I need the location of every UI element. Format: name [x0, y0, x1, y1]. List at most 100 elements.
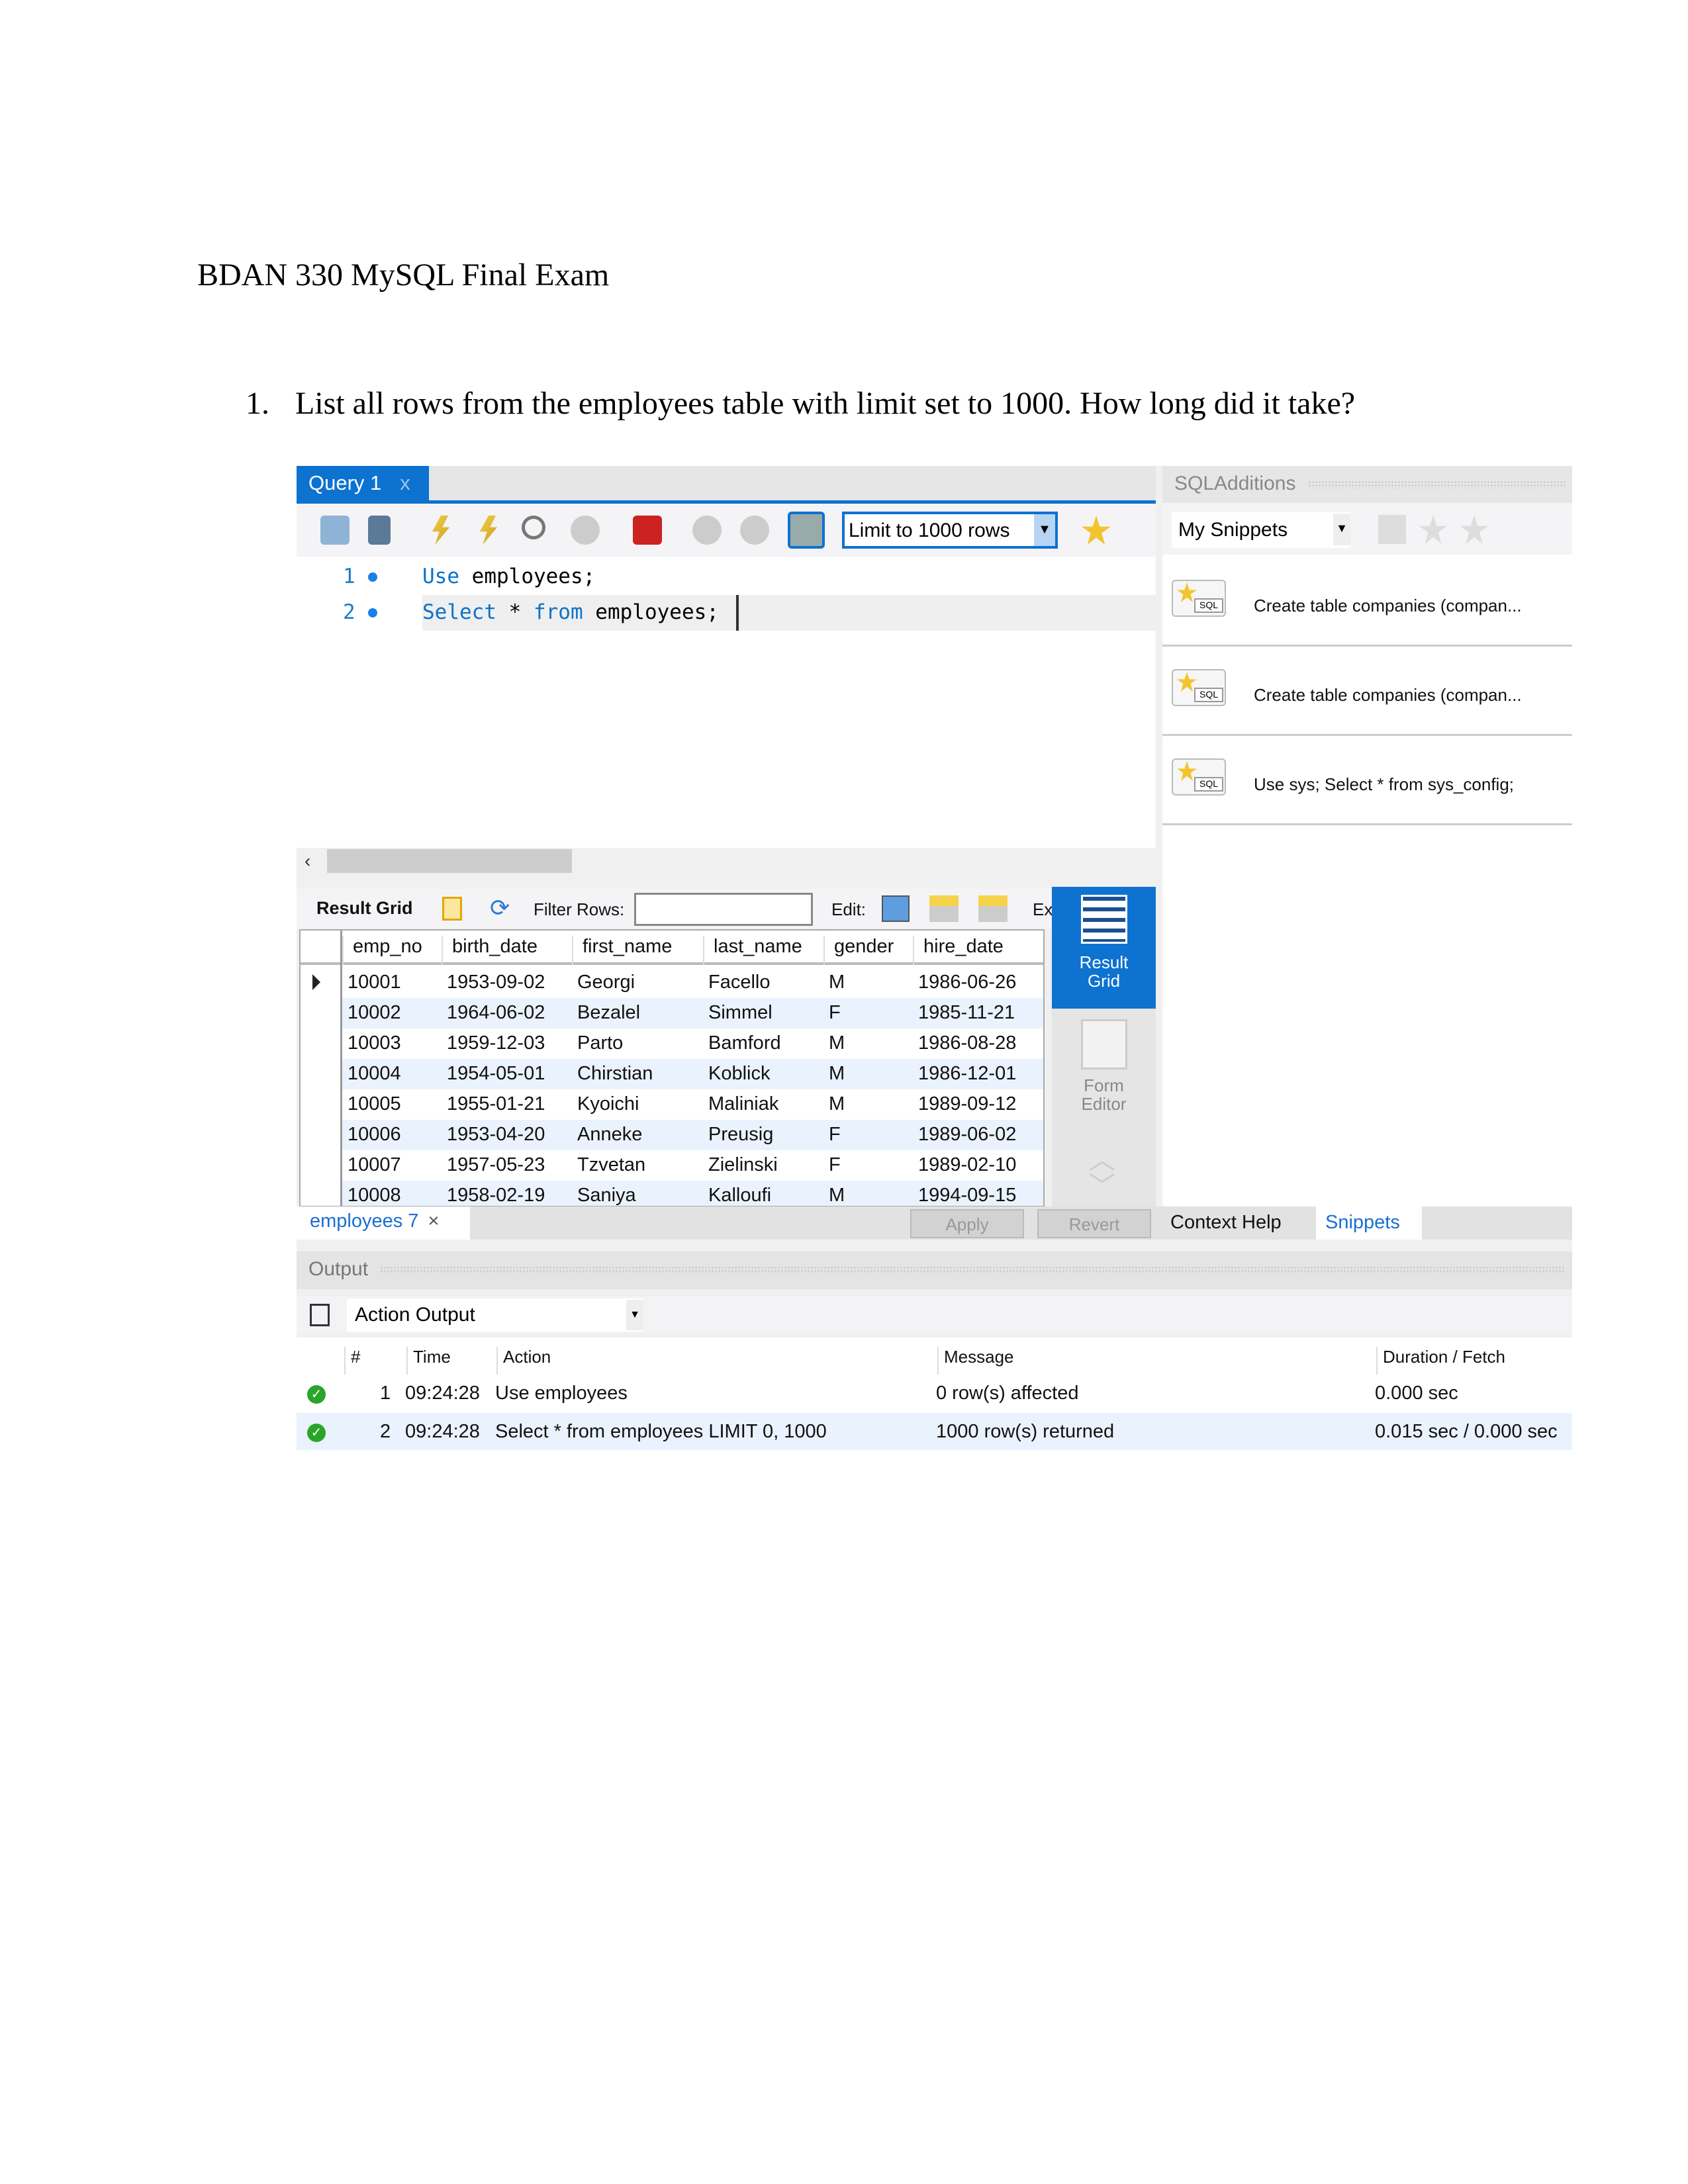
- close-icon[interactable]: x: [400, 471, 410, 494]
- current-row-indicator-icon: [312, 974, 320, 990]
- table-cell: 10008: [348, 1185, 401, 1206]
- export-label[interactable]: Ex: [1033, 899, 1053, 920]
- tab-employees-7[interactable]: employees 7 ×: [297, 1206, 470, 1240]
- edit-cell-icon[interactable]: [882, 895, 910, 922]
- query-tab-bar: Query 1 x: [297, 466, 1156, 500]
- column-header-first_name[interactable]: first_name: [572, 936, 703, 965]
- output-toolbar: Action Output ▼: [297, 1296, 1572, 1334]
- toggle-error-icon[interactable]: [633, 516, 662, 545]
- chevron-down-icon[interactable]: ▼: [1034, 514, 1055, 546]
- result-side-panel: Result Grid Form Editor ︿ ﹀: [1052, 887, 1156, 1207]
- scrollbar-thumb[interactable]: [327, 849, 572, 873]
- code-line-2: Select * from employees;: [422, 600, 719, 624]
- table-cell: F: [829, 1124, 841, 1145]
- replace-snippet-icon[interactable]: [1419, 515, 1447, 544]
- table-cell: 1954-05-01: [447, 1063, 545, 1084]
- scroll-left-icon[interactable]: ‹: [305, 850, 310, 872]
- snippet-item[interactable]: SQL Use sys; Select * from sys_config;: [1162, 736, 1572, 825]
- result-grid-button[interactable]: Result Grid: [1052, 887, 1156, 1009]
- tab-snippets[interactable]: Snippets: [1316, 1206, 1422, 1240]
- sql-editor[interactable]: 1 Use employees; 2 Select * from employe…: [297, 557, 1156, 848]
- chevron-down-icon[interactable]: ▼: [626, 1300, 643, 1330]
- chevron-down-icon[interactable]: ▼: [1333, 514, 1350, 545]
- row-header-column: [301, 931, 342, 1206]
- open-folder-icon[interactable]: [320, 516, 350, 545]
- output-header: Output: [297, 1251, 1572, 1289]
- result-grid[interactable]: emp_no birth_date first_name last_name gende…: [299, 929, 1045, 1207]
- chevron-down-icon[interactable]: ﹀: [1089, 1165, 1115, 1203]
- line-number: 2: [343, 600, 355, 624]
- table-cell: 10003: [348, 1032, 401, 1054]
- table-cell: 10006: [348, 1124, 401, 1145]
- output-duration: 0.000 sec: [1375, 1383, 1458, 1404]
- save-icon[interactable]: [368, 516, 391, 545]
- form-icon: [1081, 1019, 1127, 1069]
- revert-button[interactable]: Revert: [1037, 1209, 1151, 1238]
- delete-row-icon[interactable]: [978, 895, 1008, 922]
- stop-icon[interactable]: [571, 516, 600, 545]
- output-type-select[interactable]: Action Output ▼: [347, 1298, 643, 1332]
- add-row-icon[interactable]: [929, 895, 959, 922]
- output-duration: 0.015 sec / 0.000 sec: [1375, 1421, 1558, 1442]
- table-cell: 1989-02-10: [918, 1154, 1017, 1175]
- table-cell: 1953-04-20: [447, 1124, 545, 1145]
- table-cell: 1957-05-23: [447, 1154, 545, 1175]
- filter-rows-input[interactable]: [634, 893, 813, 926]
- commit-icon[interactable]: [692, 516, 722, 545]
- column-header-birth_date[interactable]: birth_date: [442, 936, 572, 965]
- snippet-item[interactable]: SQL Create table companies (compan...: [1162, 557, 1572, 647]
- table-cell: Parto: [577, 1032, 624, 1054]
- close-icon[interactable]: ×: [428, 1210, 439, 1232]
- table-cell: Bezalel: [577, 1002, 641, 1023]
- table-cell: Georgi: [577, 972, 635, 993]
- snippets-select[interactable]: My Snippets ▼: [1172, 512, 1350, 548]
- table-cell: M: [829, 1032, 845, 1054]
- table-cell: Facello: [708, 972, 771, 993]
- copy-snippet-icon[interactable]: [1460, 515, 1488, 544]
- bottom-tab-bar: employees 7 × Apply Revert Context Help S…: [297, 1206, 1572, 1240]
- table-cell: 1994-09-15: [918, 1185, 1017, 1206]
- sql-snippet-icon: SQL: [1172, 758, 1226, 796]
- table-cell: Chirstian: [577, 1063, 653, 1084]
- column-header-hire_date[interactable]: hire_date: [913, 936, 1043, 965]
- statement-marker-icon: [368, 572, 377, 582]
- explain-icon[interactable]: [522, 516, 545, 539]
- column-header-gender[interactable]: gender: [823, 936, 913, 965]
- form-editor-button[interactable]: Form Editor: [1052, 1019, 1156, 1125]
- success-check-icon: ✓: [307, 1385, 326, 1404]
- grid-layout-icon[interactable]: [442, 897, 462, 921]
- limit-rows-select[interactable]: Limit to 1000 rows ▼: [842, 512, 1058, 549]
- column-header-emp_no[interactable]: emp_no: [342, 936, 442, 965]
- column-header-last_name[interactable]: last_name: [703, 936, 823, 965]
- editor-toolbar: Limit to 1000 rows ▼: [297, 504, 1156, 557]
- sql-label-icon: SQL: [1194, 688, 1223, 702]
- rollback-icon[interactable]: [740, 516, 769, 545]
- document-title: BDAN 330 MySQL Final Exam: [197, 257, 610, 293]
- snippet-item[interactable]: SQL Create table companies (compan...: [1162, 647, 1572, 736]
- table-cell: 1958-02-19: [447, 1185, 545, 1206]
- filter-rows-label: Filter Rows:: [534, 899, 625, 919]
- table-cell: M: [829, 1063, 845, 1084]
- keyword: Use: [422, 565, 459, 588]
- question-number: 1.: [246, 386, 269, 421]
- execute-icon[interactable]: [432, 516, 450, 545]
- edit-label: Edit:: [831, 899, 867, 919]
- snippet-text: Create table companies (compan...: [1254, 596, 1522, 615]
- apply-button[interactable]: Apply: [910, 1209, 1024, 1238]
- execute-current-icon[interactable]: [479, 516, 498, 545]
- table-cell: F: [829, 1002, 841, 1023]
- refresh-icon[interactable]: ⟳: [490, 894, 510, 922]
- autocommit-icon[interactable]: [788, 512, 825, 549]
- insert-snippet-icon[interactable]: [1378, 515, 1406, 544]
- tab-query-1[interactable]: Query 1 x: [297, 466, 429, 500]
- table-cell: 1989-09-12: [918, 1093, 1017, 1115]
- tab-context-help[interactable]: Context Help: [1162, 1206, 1316, 1240]
- output-action: Use employees: [495, 1383, 628, 1404]
- horizontal-scrollbar[interactable]: ‹: [297, 848, 1156, 874]
- table-cell: 10001: [348, 972, 401, 993]
- add-snippet-icon[interactable]: [1082, 516, 1111, 545]
- code-text: employees;: [583, 600, 719, 624]
- keyword: Select: [422, 600, 496, 624]
- sql-label-icon: SQL: [1194, 598, 1223, 613]
- copy-icon[interactable]: [310, 1304, 330, 1326]
